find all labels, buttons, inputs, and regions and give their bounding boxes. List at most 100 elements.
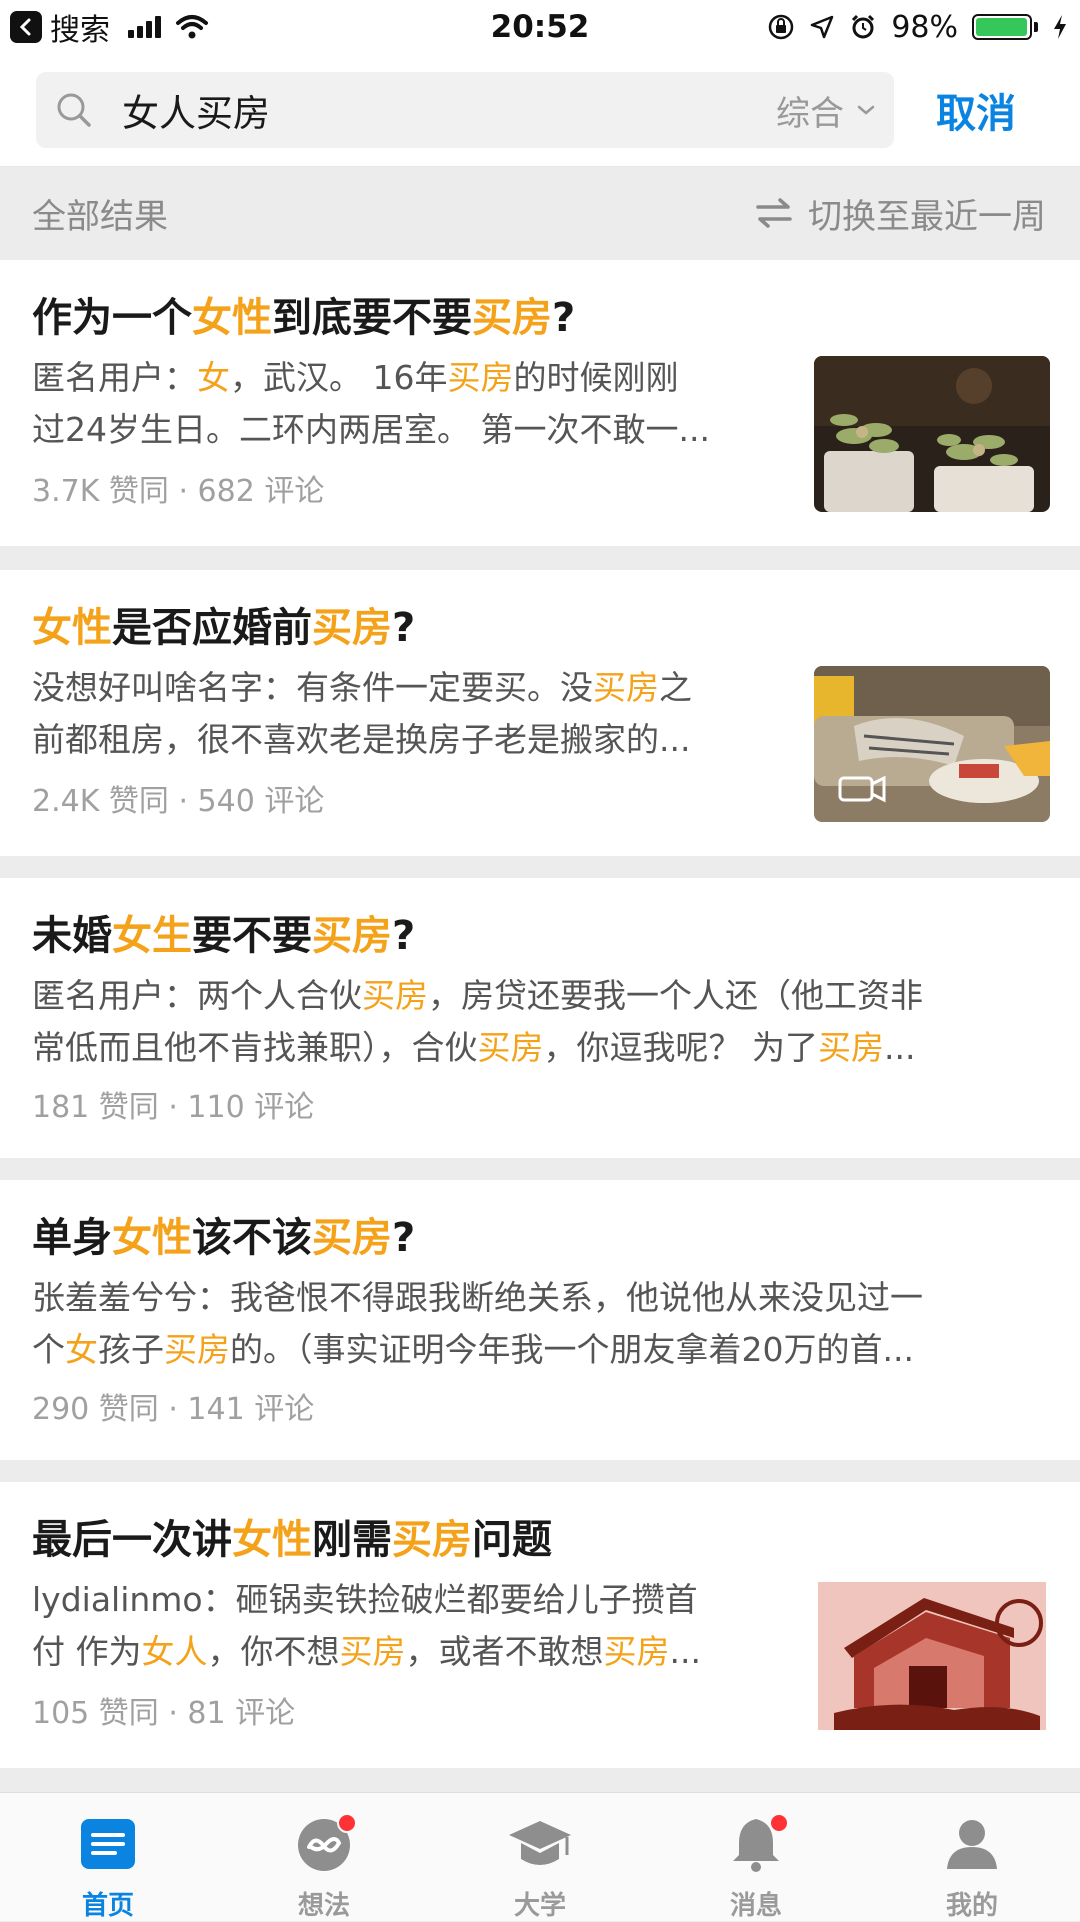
highlight-term: 女性: [192, 295, 272, 341]
highlight-term: 女: [65, 1330, 98, 1369]
excerpt-line: 付 作为女人，你不想买房，或者不敢想买房...: [32, 1626, 792, 1678]
text-segment: ，武汉。 16年: [230, 358, 448, 397]
result-card[interactable]: 未婚女生要不要买房? 匿名用户：两个人合伙买房，房贷还要我一个人还（他工资非 常低…: [0, 878, 1080, 1158]
house-clipart-image[interactable]: [814, 1578, 1050, 1734]
charging-bolt-icon: [1054, 15, 1066, 39]
excerpt-line: 张羞羞兮兮：我爸恨不得跟我断绝关系，他说他从来没见过一: [32, 1272, 1048, 1324]
text-segment: 问题: [472, 1517, 552, 1563]
result-title[interactable]: 作为一个女性到底要不要买房?: [32, 292, 1048, 344]
result-excerpt: 匿名用户：两个人合伙买房，房贷还要我一个人还（他工资非 常低而且他不肯找兼职），合…: [32, 970, 1048, 1074]
result-card[interactable]: 女性是否应婚前买房? 没想好叫啥名字：有条件一定要买。没买房之 前都租房，很不喜欢…: [0, 570, 1080, 856]
excerpt-line: 没想好叫啥名字：有条件一定要买。没买房之: [32, 662, 792, 714]
highlight-term: 女性: [232, 1517, 312, 1563]
text-segment: ?: [392, 1215, 416, 1261]
highlight-term: 买房: [818, 1028, 884, 1067]
text-segment: 要不要: [192, 913, 312, 959]
text-segment: 过24岁生日。二环内两居室。 第一次不敢一...: [32, 410, 710, 449]
tab-university[interactable]: 大学: [432, 1793, 648, 1921]
highlight-term: 买房: [312, 913, 392, 959]
excerpt-line: 匿名用户：两个人合伙买房，房贷还要我一个人还（他工资非: [32, 970, 1048, 1022]
text-segment: ，房贷还要我一个人还（他工资非: [428, 976, 923, 1015]
text-segment: 最后一次讲: [32, 1517, 232, 1563]
text-segment: 作为一个: [32, 295, 192, 341]
bottom-tab-bar: 首页 想法 大学 消息 我的: [0, 1792, 1080, 1921]
status-bar: 搜索 20:52 98%: [0, 0, 1080, 54]
back-to-app-icon[interactable]: [10, 11, 42, 43]
excerpt-line: 前都租房，很不喜欢老是换房子老是搬家的...: [32, 714, 792, 766]
excerpt-line: 常低而且他不肯找兼职），合伙买房，你逗我呢？ 为了买房...: [32, 1022, 1048, 1074]
back-app-label[interactable]: 搜索: [50, 5, 110, 49]
result-card[interactable]: 单身女性该不该买房? 张羞羞兮兮：我爸恨不得跟我断绝关系，他说他从来没见过一 个女…: [0, 1180, 1080, 1460]
highlight-term: 买房: [447, 358, 514, 397]
text-segment: 的时候刚刚: [513, 358, 679, 397]
sort-dropdown[interactable]: 综合: [776, 72, 876, 148]
excerpt-line: 匿名用户：女，武汉。 16年买房的时候刚刚: [32, 352, 792, 404]
highlight-term: 买房: [362, 976, 428, 1015]
text-segment: 匿名用户：两个人合伙: [32, 976, 362, 1015]
highlight-term: 买房: [472, 295, 552, 341]
text-segment: 前都租房，很不喜欢老是换房子老是搬家的...: [32, 720, 691, 759]
tab-home[interactable]: 首页: [0, 1793, 216, 1921]
text-segment: ，或者不敢想: [405, 1632, 604, 1671]
highlight-term: 女性: [32, 605, 112, 651]
result-meta: 105 赞同 · 81 评论: [32, 1696, 296, 1731]
text-segment: 没想好叫啥名字：有条件一定要买。没: [32, 668, 593, 707]
excerpt-line: lydialinmo：砸锅卖铁捡破烂都要给儿子攒首: [32, 1574, 792, 1626]
result-title[interactable]: 未婚女生要不要买房?: [32, 910, 1048, 962]
results-header: 全部结果 切换至最近一周: [0, 167, 1080, 259]
result-meta: 3.7K 赞同 · 682 评论: [32, 474, 325, 509]
text-segment: 未婚: [32, 913, 112, 959]
tab-messages[interactable]: 消息: [648, 1793, 864, 1921]
text-segment: 是否应婚前: [112, 605, 312, 651]
tab-ideas[interactable]: 想法: [216, 1793, 432, 1921]
result-excerpt: 匿名用户：女，武汉。 16年买房的时候刚刚过24岁生日。二环内两居室。 第一次不…: [32, 352, 792, 456]
highlight-term: 买房: [164, 1330, 230, 1369]
search-input[interactable]: 女人买房 综合: [36, 72, 894, 148]
notification-dot: [769, 1813, 789, 1833]
highlight-term: 女人: [141, 1632, 208, 1671]
ideas-icon: [295, 1813, 357, 1873]
result-excerpt: 没想好叫啥名字：有条件一定要买。没买房之前都租房，很不喜欢老是换房子老是搬家的.…: [32, 662, 792, 766]
text-segment: 单身: [32, 1215, 112, 1261]
tab-label: 消息: [729, 1891, 782, 1921]
switch-label: 切换至最近一周: [808, 196, 1046, 237]
result-title[interactable]: 单身女性该不该买房?: [32, 1212, 1048, 1264]
all-results-label: 全部结果: [32, 196, 168, 237]
highlight-term: 买房: [312, 1215, 392, 1261]
highlight-term: 女: [197, 358, 230, 397]
swap-arrows-icon: [756, 198, 792, 228]
search-query[interactable]: 女人买房: [122, 83, 270, 137]
cancel-button[interactable]: 取消: [936, 54, 1016, 166]
living-room-video-thumbnail[interactable]: [814, 666, 1050, 822]
succulent-plants-image[interactable]: [814, 356, 1050, 512]
text-segment: 该不该: [192, 1215, 312, 1261]
result-title[interactable]: 女性是否应婚前买房?: [32, 602, 1048, 654]
result-excerpt: 张羞羞兮兮：我爸恨不得跟我断绝关系，他说他从来没见过一 个女孩子买房的。（事实证明…: [32, 1272, 1048, 1376]
result-card[interactable]: 最后一次讲女性刚需买房问题 lydialinmo：砸锅卖铁捡破烂都要给儿子攒首付…: [0, 1482, 1080, 1768]
bell-icon: [727, 1813, 789, 1873]
search-icon: [57, 93, 91, 127]
result-title[interactable]: 最后一次讲女性刚需买房问题: [32, 1514, 1048, 1566]
location-arrow-icon: [811, 15, 834, 39]
tab-label: 首页: [81, 1891, 134, 1921]
result-meta: 290 赞同 · 141 评论: [32, 1392, 315, 1427]
text-segment: ...: [884, 1028, 916, 1067]
tab-label: 我的: [945, 1891, 998, 1921]
home-feed-icon: [79, 1815, 137, 1873]
tab-label: 大学: [513, 1891, 566, 1921]
highlight-term: 买房: [477, 1028, 544, 1067]
result-card[interactable]: 作为一个女性到底要不要买房? 匿名用户：女，武汉。 16年买房的时候刚刚 过24岁…: [0, 260, 1080, 546]
highlight-term: 买房: [392, 1517, 472, 1563]
notification-dot: [337, 1813, 357, 1833]
text-segment: ?: [552, 295, 576, 341]
tab-profile[interactable]: 我的: [864, 1793, 1080, 1921]
alarm-icon: [852, 14, 875, 39]
highlight-term: 买房: [593, 668, 659, 707]
text-segment: 到底要不要: [272, 295, 472, 341]
result-meta: 2.4K 赞同 · 540 评论: [32, 784, 325, 819]
text-segment: ，你不想: [207, 1632, 340, 1671]
switch-to-recent-week-button[interactable]: 切换至最近一周: [754, 167, 1046, 259]
text-segment: ?: [392, 605, 416, 651]
result-meta: 181 赞同 · 110 评论: [32, 1090, 315, 1125]
tab-label: 想法: [297, 1891, 350, 1921]
